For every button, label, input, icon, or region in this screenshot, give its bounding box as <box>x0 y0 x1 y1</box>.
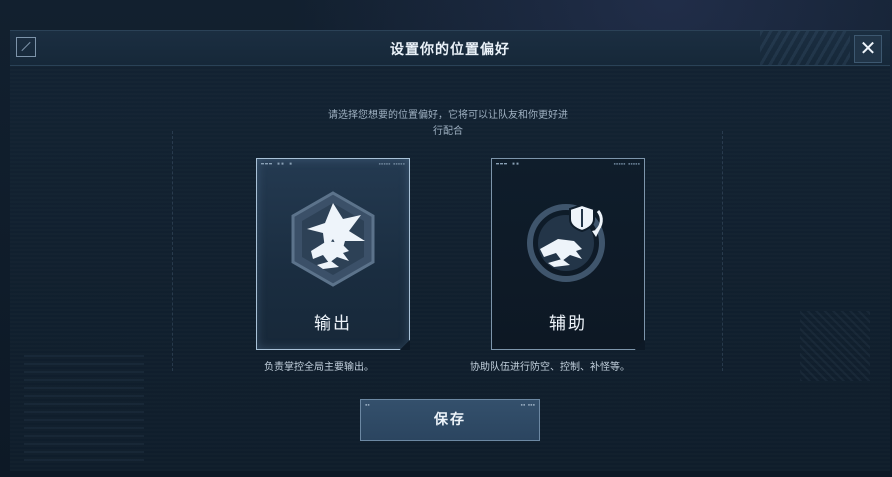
dialog-description: 请选择您想要的位置偏好，它将可以让队友和你更好进行配合 <box>328 110 568 137</box>
card-corner-notch <box>635 340 645 350</box>
save-button-label: 保存 <box>434 412 466 428</box>
card-code-deco: ▬▬▬ ▪▪ <box>496 161 521 167</box>
card-code-deco: ▬▬▬ ▪▪ ▪ <box>261 161 294 167</box>
card-corner-notch <box>400 340 410 350</box>
right-rail-decoration <box>722 131 727 371</box>
save-button[interactable]: ▪▪ ▪▪ ▪▪▪ 保存 <box>360 399 540 441</box>
close-button[interactable]: ✕ <box>854 35 882 63</box>
option-card-support[interactable]: ▬▬▬ ▪▪ ▪▪▪▪▪ ▪▪▪▪▪ 辅助 <box>491 158 645 350</box>
dragon-shield-icon <box>527 203 605 282</box>
option-caption-support: 协助队伍进行防空、控制、补怪等。 <box>470 362 630 373</box>
right-panel-decoration <box>800 311 870 381</box>
left-rail-decoration <box>172 131 177 371</box>
preference-dialog: 设置你的位置偏好 ✕ 请选择您想要的位置偏好，它将可以让队友和你更好进行配合 ▬… <box>10 30 890 471</box>
option-label-dps: 输出 <box>314 314 352 334</box>
dragon-burst-icon <box>291 191 375 287</box>
button-tag-deco: ▪▪ <box>365 402 370 407</box>
card-code-right-deco: ▪▪▪▪▪ ▪▪▪▪▪ <box>378 161 406 166</box>
button-tag-deco: ▪▪ ▪▪▪ <box>520 402 535 407</box>
card-code-right-deco: ▪▪▪▪▪ ▪▪▪▪▪ <box>613 161 641 166</box>
dialog-title: 设置你的位置偏好 <box>390 42 510 58</box>
option-caption-dps: 负责掌控全局主要输出。 <box>264 362 374 373</box>
dialog-header: 设置你的位置偏好 ✕ <box>10 31 890 66</box>
option-card-dps[interactable]: ▬▬▬ ▪▪ ▪ ▪▪▪▪▪ ▪▪▪▪▪ 输出 <box>256 158 410 350</box>
option-label-support: 辅助 <box>549 314 587 334</box>
left-panel-decoration <box>24 355 144 465</box>
